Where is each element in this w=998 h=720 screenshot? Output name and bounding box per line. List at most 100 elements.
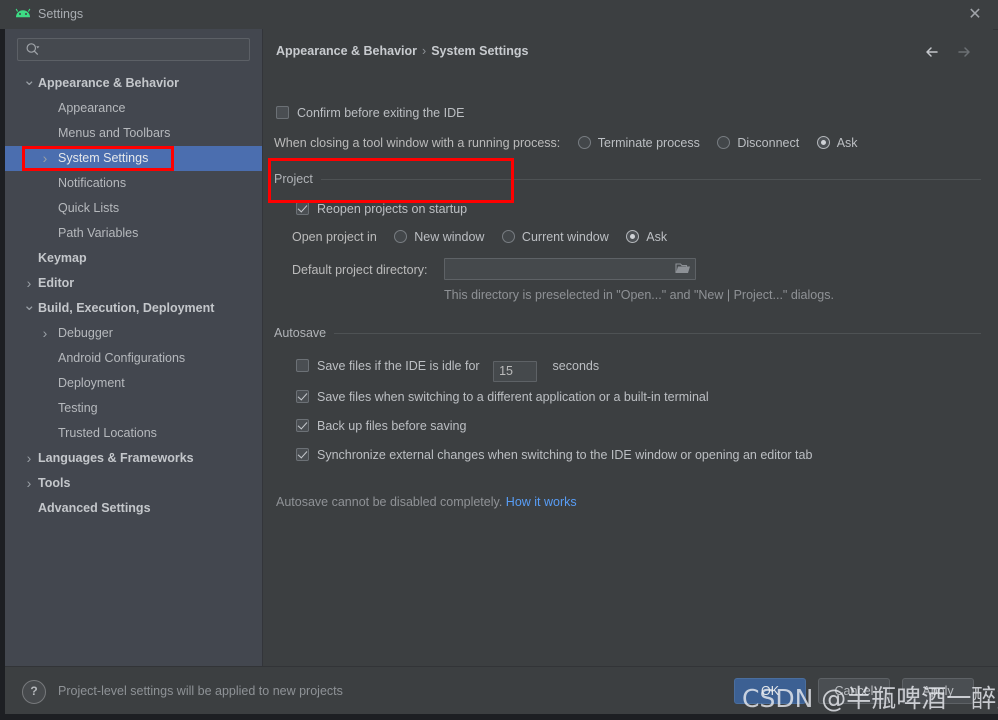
apply-button[interactable]: Apply [902, 678, 974, 704]
sidebar-item-appearance[interactable]: Appearance [5, 96, 262, 121]
sidebar-item-deployment[interactable]: Deployment [5, 371, 262, 396]
sidebar-item-label: Editor [38, 276, 75, 290]
autosave-sync-row[interactable]: Synchronize external changes when switch… [296, 448, 812, 462]
chevron-right-icon[interactable]: › [23, 471, 35, 496]
ask-closing-radio[interactable] [816, 136, 830, 149]
closing-tool-window-label: When closing a tool window with a runnin… [274, 136, 561, 150]
autosave-switch-app-row[interactable]: Save files when switching to a different… [296, 390, 709, 404]
autosave-footnote: Autosave cannot be disabled completely. … [276, 495, 577, 509]
help-icon[interactable]: ? [22, 680, 46, 704]
autosave-switch-app-checkbox[interactable] [296, 390, 309, 403]
sidebar-item-label: Quick Lists [58, 201, 120, 215]
sidebar-item-label: Menus and Toolbars [58, 126, 171, 140]
sidebar-item-build-execution-deployment[interactable]: ⌄ Build, Execution, Deployment [5, 296, 262, 321]
autosave-idle-row[interactable]: Save files if the IDE is idle for second… [296, 359, 599, 382]
sidebar-item-appearance-behavior[interactable]: ⌄ Appearance & Behavior [5, 71, 262, 96]
autosave-idle-label-after: seconds [552, 359, 600, 373]
sidebar-item-advanced-settings[interactable]: Advanced Settings [5, 496, 262, 521]
default-project-directory-input[interactable] [444, 258, 696, 280]
project-group-title: Project [274, 172, 313, 186]
how-it-works-link[interactable]: How it works [506, 495, 577, 509]
confirm-exit-checkbox[interactable] [276, 106, 289, 119]
closing-tool-window-row: When closing a tool window with a runnin… [274, 136, 858, 150]
sidebar-item-label: Build, Execution, Deployment [38, 301, 215, 315]
settings-content-pane: Appearance & Behavior › System Settings Co… [263, 29, 993, 666]
chevron-right-icon[interactable]: › [23, 271, 35, 296]
open-project-in-row: Open project in New window Current windo… [292, 230, 667, 244]
sidebar-item-menus-and-toolbars[interactable]: Menus and Toolbars [5, 121, 262, 146]
ask-closing-label: Ask [836, 136, 858, 150]
confirm-exit-label: Confirm before exiting the IDE [297, 106, 465, 120]
sidebar-item-label: Tools [38, 476, 71, 490]
autosave-sync-checkbox[interactable] [296, 448, 309, 461]
ask-open-project-radio[interactable] [626, 230, 640, 243]
sidebar-item-debugger[interactable]: › Debugger [5, 321, 262, 346]
radio-terminate-process[interactable]: Terminate process [577, 136, 700, 150]
sidebar-item-notifications[interactable]: Notifications [5, 171, 262, 196]
confirm-exit-row[interactable]: Confirm before exiting the IDE [276, 106, 464, 120]
window-bottom-edge [0, 714, 998, 720]
chevron-right-icon[interactable]: › [23, 446, 35, 471]
radio-current-window[interactable]: Current window [501, 230, 609, 244]
autosave-backup-checkbox[interactable] [296, 419, 309, 432]
sidebar-item-label: Advanced Settings [38, 501, 151, 515]
autosave-backup-label: Back up files before saving [317, 419, 467, 433]
autosave-switch-app-label: Save files when switching to a different… [317, 390, 709, 404]
autosave-backup-row[interactable]: Back up files before saving [296, 419, 466, 433]
autosave-group-title: Autosave [274, 326, 327, 340]
default-project-directory-label-wrap: Default project directory: [292, 263, 427, 277]
open-project-in-label: Open project in [292, 230, 377, 244]
new-window-radio[interactable] [394, 230, 408, 243]
close-icon[interactable]: ✕ [966, 6, 984, 24]
reopen-projects-checkbox[interactable] [296, 202, 309, 215]
sidebar-item-system-settings[interactable]: › System Settings [5, 146, 262, 171]
ok-button[interactable]: OK [734, 678, 806, 704]
title-bar: Settings ✕ [0, 0, 998, 30]
cancel-button[interactable]: Cancel [818, 678, 890, 704]
autosave-idle-checkbox[interactable] [296, 359, 309, 372]
settings-sidebar: ⌄ Appearance & Behavior Appearance Menus an… [5, 29, 263, 666]
sidebar-item-editor[interactable]: › Editor [5, 271, 262, 296]
sidebar-item-keymap[interactable]: Keymap [5, 246, 262, 271]
chevron-down-icon[interactable]: ⌄ [23, 296, 36, 315]
sidebar-item-label: Android Configurations [58, 351, 186, 365]
chevron-down-icon[interactable]: ⌄ [23, 71, 36, 90]
arrow-left-icon[interactable] [923, 43, 943, 61]
breadcrumb-parent[interactable]: Appearance & Behavior [276, 44, 417, 58]
sidebar-item-label: Trusted Locations [58, 426, 157, 440]
radio-new-window[interactable]: New window [394, 230, 484, 244]
chevron-right-icon[interactable]: › [39, 321, 51, 346]
android-logo-icon [14, 7, 32, 23]
sidebar-item-android-configurations[interactable]: Android Configurations [5, 346, 262, 371]
window-title: Settings [38, 7, 84, 21]
default-project-directory-label: Default project directory: [292, 263, 428, 277]
radio-ask-open-project[interactable]: Ask [626, 230, 667, 244]
sidebar-item-label: Languages & Frameworks [38, 451, 194, 465]
sidebar-item-label: Appearance [58, 101, 126, 115]
radio-disconnect[interactable]: Disconnect [717, 136, 799, 150]
sidebar-item-label: Keymap [38, 251, 87, 265]
disconnect-radio[interactable] [717, 136, 731, 149]
breadcrumb-separator: › [422, 44, 427, 58]
folder-icon[interactable] [675, 262, 691, 275]
arrow-right-icon[interactable] [953, 43, 973, 61]
sidebar-item-path-variables[interactable]: Path Variables [5, 221, 262, 246]
autosave-sync-label: Synchronize external changes when switch… [317, 448, 813, 462]
disconnect-label: Disconnect [737, 136, 800, 150]
chevron-right-icon[interactable]: › [39, 146, 51, 171]
autosave-idle-seconds-input[interactable] [493, 360, 538, 382]
search-field-wrapper [17, 38, 250, 61]
reopen-projects-row[interactable]: Reopen projects on startup [296, 202, 467, 216]
radio-ask-closing[interactable]: Ask [816, 136, 858, 150]
terminate-process-radio[interactable] [577, 136, 591, 149]
default-project-directory-field-wrap [444, 258, 696, 280]
sidebar-item-trusted-locations[interactable]: Trusted Locations [5, 421, 262, 446]
sidebar-item-languages-frameworks[interactable]: › Languages & Frameworks [5, 446, 262, 471]
sidebar-item-tools[interactable]: › Tools [5, 471, 262, 496]
current-window-radio[interactable] [501, 230, 515, 243]
autosave-idle-label-before: Save files if the IDE is idle for [317, 359, 480, 373]
sidebar-item-quick-lists[interactable]: Quick Lists [5, 196, 262, 221]
search-input[interactable] [17, 38, 250, 61]
sidebar-item-label: Notifications [58, 176, 127, 190]
sidebar-item-testing[interactable]: Testing [5, 396, 262, 421]
